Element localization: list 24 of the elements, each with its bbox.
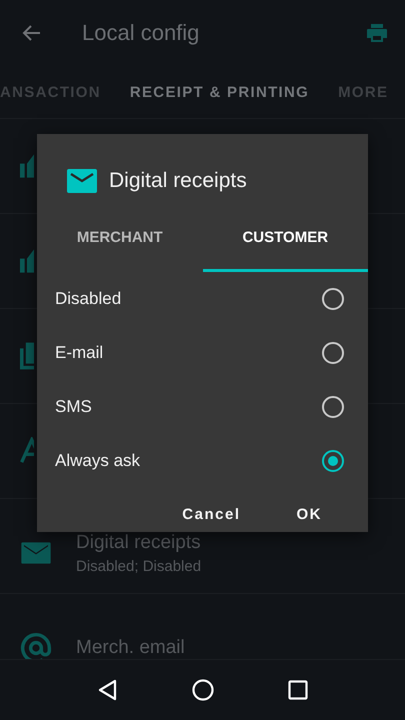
setting-value: Disabled; Disabled xyxy=(76,558,202,574)
home-icon[interactable] xyxy=(192,679,214,701)
radio-button[interactable] xyxy=(322,288,344,310)
recents-icon[interactable] xyxy=(288,680,308,700)
setting-title: Merch. email xyxy=(76,637,185,659)
tab[interactable]: CUSTOMER xyxy=(202,206,368,272)
screen-title: Local config xyxy=(82,20,200,46)
tab[interactable]: RECEIPT & PRINTING xyxy=(130,84,310,100)
radio-button[interactable] xyxy=(322,396,344,418)
radio-button[interactable] xyxy=(322,450,344,472)
letter-icon xyxy=(20,437,34,465)
setting-title: Digital receipts xyxy=(76,532,202,554)
option-label: SMS xyxy=(55,397,92,417)
cancel-button[interactable]: Cancel xyxy=(158,498,264,531)
tab[interactable]: MERCHANT xyxy=(37,206,202,272)
envelope-icon xyxy=(67,169,97,193)
back-icon[interactable] xyxy=(96,679,119,701)
at-sign-icon xyxy=(20,632,52,659)
dialog-title: Digital receipts xyxy=(109,169,247,193)
radio-button[interactable] xyxy=(322,342,344,364)
option-label: Always ask xyxy=(55,451,140,471)
option-label: E-mail xyxy=(55,343,104,363)
ok-button[interactable]: OK xyxy=(272,498,346,531)
option-label: Disabled xyxy=(55,289,122,309)
